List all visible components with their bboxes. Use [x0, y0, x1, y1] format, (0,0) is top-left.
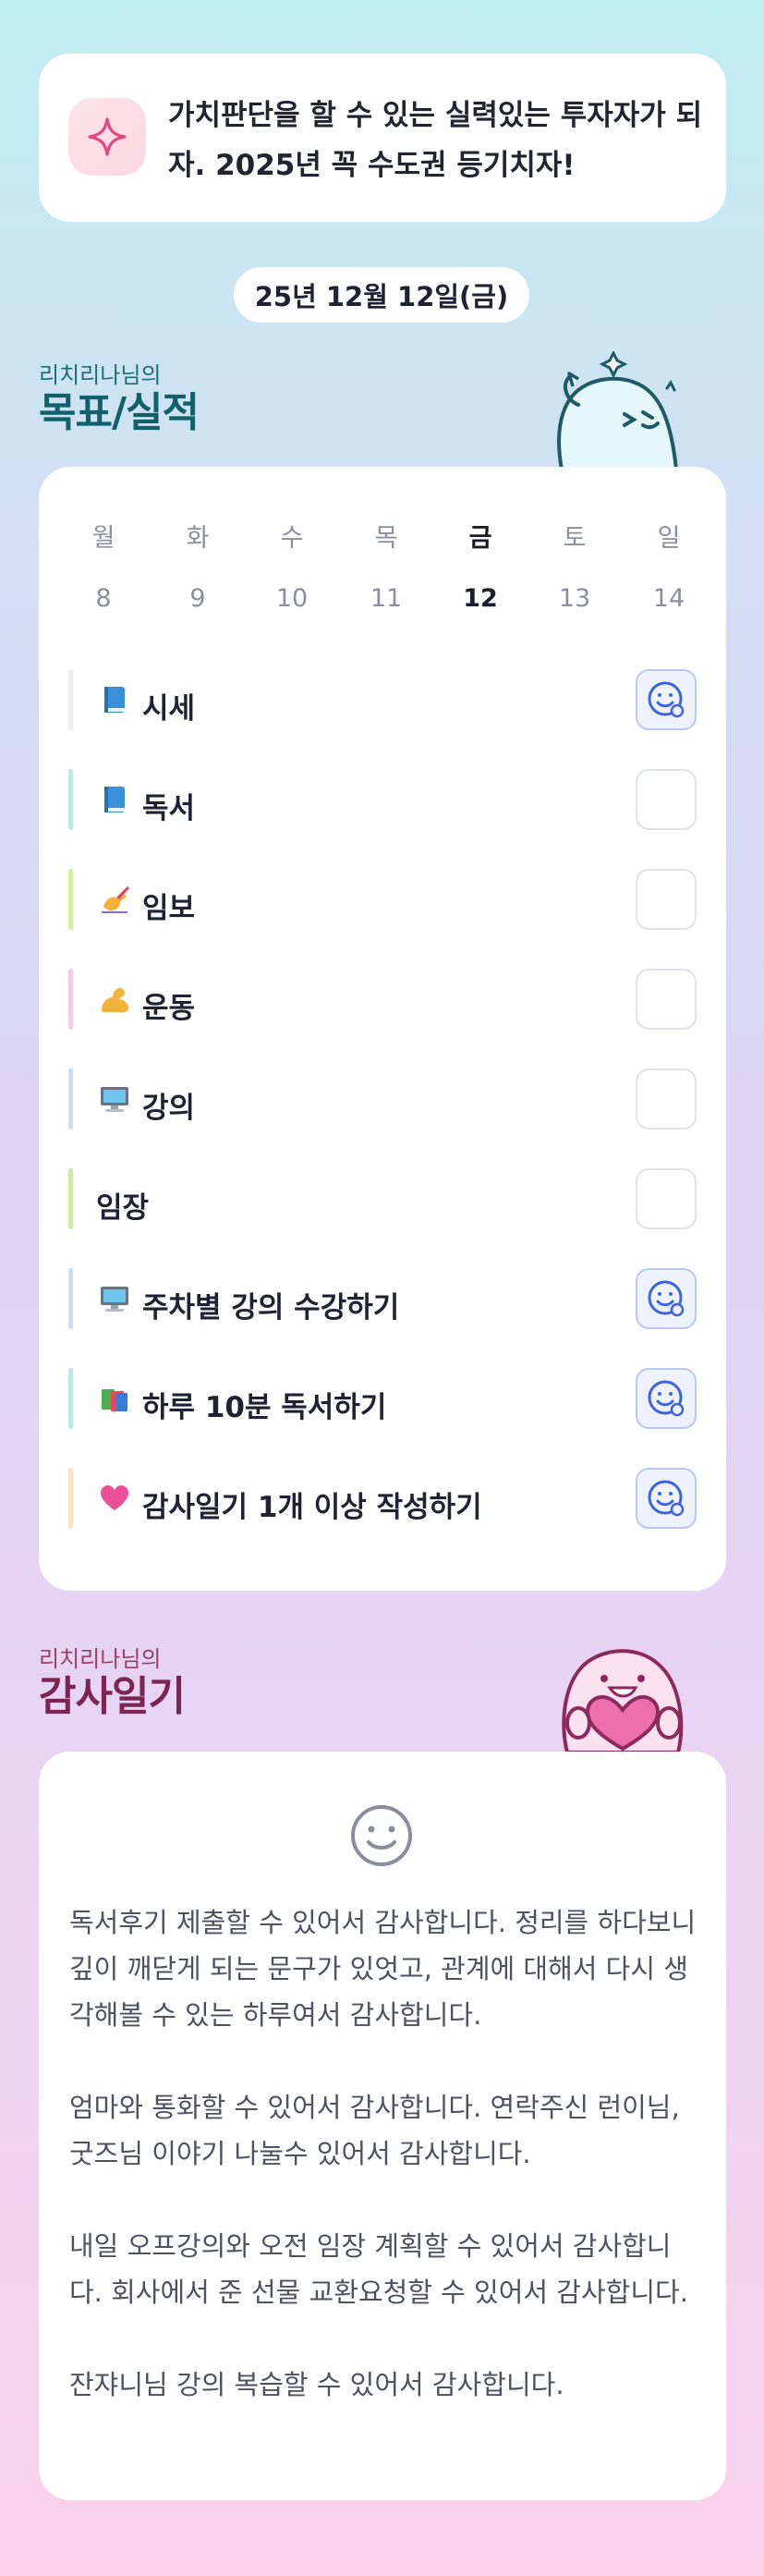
- goal-text: 가치판단을 할 수 있는 실력있는 투자자가 되자. 2025년 꼭 수도권 등…: [168, 99, 703, 182]
- date-13[interactable]: 13: [528, 584, 622, 613]
- task-check-done[interactable]: [636, 1368, 697, 1429]
- task-check-empty[interactable]: [636, 969, 697, 1030]
- task-item[interactable]: 강의: [68, 1068, 697, 1129]
- smile-check-icon: [648, 681, 685, 718]
- sparkle-icon: [68, 98, 146, 176]
- weekday-wed[interactable]: 수: [245, 518, 339, 554]
- blue-book-icon: [104, 787, 125, 812]
- task-check-empty[interactable]: [636, 869, 697, 930]
- task-label: 임장: [96, 1191, 150, 1225]
- pink-heart-icon: [101, 1485, 128, 1510]
- weekday-mon[interactable]: 월: [56, 518, 151, 554]
- task-color-bar: [68, 869, 73, 930]
- weekday-sun[interactable]: 일: [622, 518, 716, 554]
- task-item[interactable]: 주차별 강의 수강하기: [68, 1268, 697, 1329]
- date-12-selected[interactable]: 12: [433, 584, 528, 613]
- gratitude-paragraph: 독서후기 제출할 수 있어서 감사합니다. 정리를 하다보니 깊이 깨닫게 되는…: [69, 1907, 697, 2031]
- mascot-pink-heart-icon: [562, 1649, 684, 1752]
- mascot-teal-icon: [557, 351, 679, 470]
- computer-icon: [101, 1287, 128, 1312]
- task-check-done[interactable]: [636, 1468, 697, 1529]
- task-check-empty[interactable]: [636, 1068, 697, 1129]
- gratitude-entry: 독서후기 제출할 수 있어서 감사합니다. 정리를 하다보니 깊이 깨닫게 되는…: [69, 1899, 697, 2408]
- task-label: 운동: [142, 992, 196, 1025]
- task-item[interactable]: 독서: [68, 769, 697, 830]
- page: { "goal_banner": { "icon": "sparkle-icon…: [0, 0, 764, 2576]
- task-item[interactable]: 시세: [68, 669, 697, 730]
- weekday-fri[interactable]: 금: [433, 518, 528, 554]
- task-item[interactable]: 임장: [68, 1168, 697, 1229]
- task-label: 임보: [142, 892, 196, 925]
- task-label: 하루 10분 독서하기: [142, 1391, 387, 1424]
- task-color-bar: [68, 1368, 73, 1429]
- blue-book-icon: [104, 687, 125, 713]
- date-8[interactable]: 8: [56, 584, 151, 613]
- task-color-bar: [68, 1168, 73, 1229]
- goals-card: 월 화 수 목 금 토 일 8 9 10 11 12 13 14 시세 독서 임…: [39, 467, 726, 1591]
- task-item[interactable]: 운동: [68, 969, 697, 1030]
- task-color-bar: [68, 969, 73, 1030]
- weekday-sat[interactable]: 토: [528, 518, 622, 554]
- task-color-bar: [68, 669, 73, 730]
- task-check-done[interactable]: [636, 669, 697, 730]
- weekday-thu[interactable]: 목: [339, 518, 433, 554]
- date-row: 8 9 10 11 12 13 14: [39, 584, 726, 613]
- task-color-bar: [68, 769, 73, 830]
- weekday-tue[interactable]: 화: [151, 518, 245, 554]
- task-color-bar: [68, 1268, 73, 1329]
- task-label: 감사일기 1개 이상 작성하기: [142, 1491, 482, 1524]
- goals-section-title: 목표/실적: [39, 389, 200, 436]
- task-item[interactable]: 임보: [68, 869, 697, 930]
- gratitude-paragraph: 잔쟈니님 강의 복습할 수 있어서 감사합니다.: [69, 2369, 564, 2400]
- smile-check-icon: [648, 1380, 685, 1417]
- date-selector[interactable]: 25년 12월 12일(금): [234, 267, 529, 323]
- flexed-biceps-icon: [102, 988, 128, 1013]
- gratitude-paragraph: 엄마와 통화할 수 있어서 감사합니다. 연락주신 런이님, 굿즈님 이야기 나…: [69, 2092, 680, 2169]
- task-label: 시세: [142, 692, 196, 726]
- gratitude-card: 독서후기 제출할 수 있어서 감사합니다. 정리를 하다보니 깊이 깨닫게 되는…: [39, 1752, 726, 2500]
- task-item[interactable]: 감사일기 1개 이상 작성하기: [68, 1468, 697, 1529]
- task-check-empty[interactable]: [636, 1168, 697, 1229]
- smile-check-icon: [648, 1480, 685, 1517]
- writing-hand-icon: [102, 886, 129, 913]
- computer-icon: [101, 1087, 128, 1112]
- date-9[interactable]: 9: [151, 584, 245, 613]
- smile-face-icon: [351, 1805, 412, 1866]
- task-item[interactable]: 하루 10분 독서하기: [68, 1368, 697, 1429]
- date-11[interactable]: 11: [339, 584, 433, 613]
- date-10[interactable]: 10: [245, 584, 339, 613]
- date-14[interactable]: 14: [622, 584, 716, 613]
- task-label: 독서: [142, 792, 196, 825]
- goal-banner: 가치판단을 할 수 있는 실력있는 투자자가 되자. 2025년 꼭 수도권 등…: [39, 54, 726, 222]
- task-color-bar: [68, 1468, 73, 1529]
- smile-check-icon: [648, 1280, 685, 1317]
- task-label: 강의: [142, 1092, 196, 1125]
- task-check-done[interactable]: [636, 1268, 697, 1329]
- task-check-empty[interactable]: [636, 769, 697, 830]
- gratitude-paragraph: 내일 오프강의와 오전 임장 계획할 수 있어서 감사합니다. 회사에서 준 선…: [69, 2230, 688, 2308]
- task-color-bar: [68, 1068, 73, 1129]
- gratitude-section-title: 감사일기: [39, 1673, 186, 1720]
- weekday-row: 월 화 수 목 금 토 일: [39, 518, 726, 554]
- books-icon: [102, 1389, 127, 1411]
- task-label: 주차별 강의 수강하기: [142, 1291, 400, 1325]
